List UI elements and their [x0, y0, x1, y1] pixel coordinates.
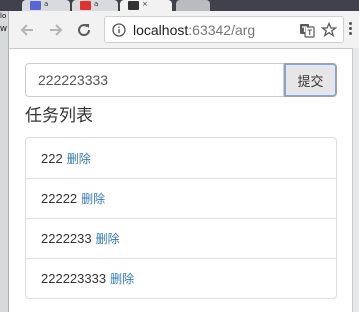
back-button[interactable] — [16, 19, 38, 41]
forward-arrow-icon — [50, 24, 63, 36]
task-text: 22222 — [41, 191, 78, 206]
tab-favicon-icon — [80, 1, 91, 10]
translate-icon[interactable] — [299, 22, 315, 38]
back-arrow-icon — [20, 24, 33, 36]
browser-tab-1[interactable]: a — [22, 0, 70, 11]
task-text: 2222233 — [41, 231, 92, 246]
right-window-edge — [352, 48, 359, 312]
reload-button[interactable] — [73, 19, 95, 41]
background-window-label: W — [0, 25, 7, 33]
info-icon[interactable] — [112, 23, 126, 37]
tab-favicon-icon — [30, 1, 41, 10]
task-text: 222223333 — [41, 271, 107, 286]
new-tab-button[interactable] — [176, 0, 210, 11]
tab-close-icon[interactable]: × — [142, 0, 148, 9]
list-item: 222223333 删除 — [26, 258, 336, 298]
url-host: localhost — [133, 22, 189, 38]
delete-link[interactable]: 删除 — [110, 270, 134, 287]
tab-favicon-icon — [128, 1, 139, 10]
task-list: 222 删除 22222 删除 2222233 删除 222223333 删除 — [25, 137, 337, 299]
background-window-edge: lo W — [0, 11, 9, 312]
list-item: 222 删除 — [26, 138, 336, 178]
browser-tab-active[interactable]: × — [120, 0, 172, 11]
tab-label: a — [44, 0, 49, 8]
bookmark-star-icon[interactable] — [321, 22, 337, 38]
tab-label: a — [94, 0, 99, 8]
delete-link[interactable]: 删除 — [96, 230, 120, 247]
address-bar[interactable]: localhost:63342/arg — [104, 16, 344, 43]
page-content: 提交 任务列表 222 删除 22222 删除 2222233 删除 22222… — [9, 49, 352, 312]
url-text: localhost:63342/arg — [133, 22, 255, 38]
reload-icon — [78, 24, 91, 37]
browser-menu-icon[interactable] — [348, 22, 354, 38]
browser-tab-2[interactable]: a — [72, 0, 118, 11]
list-item: 22222 删除 — [26, 178, 336, 218]
forward-button[interactable] — [45, 19, 67, 41]
delete-link[interactable]: 删除 — [81, 190, 105, 207]
submit-button[interactable]: 提交 — [284, 63, 337, 97]
url-path: :63342/arg — [188, 22, 256, 38]
task-text: 222 — [41, 150, 63, 166]
task-input[interactable] — [25, 63, 284, 97]
list-item: 2222233 删除 — [26, 218, 336, 258]
task-list-title: 任务列表 — [25, 106, 93, 126]
delete-link[interactable]: 删除 — [67, 150, 91, 167]
task-form: 提交 — [25, 63, 337, 97]
background-window-label: lo — [0, 12, 7, 20]
browser-toolbar: localhost:63342/arg — [0, 11, 359, 49]
tab-strip: a a × — [0, 0, 359, 11]
